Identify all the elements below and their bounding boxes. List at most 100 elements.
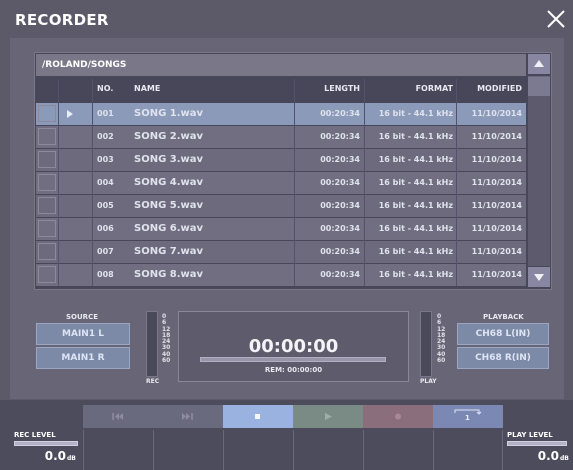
row-checkbox[interactable] (38, 174, 56, 191)
record-icon (395, 413, 401, 420)
meter-scale-tick: 60 (162, 357, 171, 365)
file-number: 001 (97, 109, 114, 118)
row-checkbox[interactable] (38, 220, 56, 237)
row-checkbox[interactable] (38, 266, 56, 283)
source-button-main1-r[interactable]: MAIN1 R (36, 347, 130, 369)
repeat-one-label: 1 (465, 414, 470, 422)
file-number: 005 (97, 201, 114, 210)
column-header-length[interactable]: LENGTH (300, 79, 360, 99)
play-meter-scale: 0 6 12 18 24 30 40 60 (437, 313, 445, 364)
row-checkbox[interactable] (38, 128, 56, 145)
scroll-track[interactable] (528, 96, 550, 266)
file-modified: 11/10/2014 (471, 224, 522, 233)
column-divider (294, 79, 295, 286)
file-format: 16 bit - 44.1 kHz (378, 201, 453, 210)
file-row[interactable]: 007 SONG 7.wav 00:20:34 16 bit - 44.1 kHz 11… (36, 241, 526, 263)
row-checkbox[interactable] (38, 151, 56, 168)
file-name: SONG 1.wav (134, 108, 204, 119)
play-level-slider[interactable] (507, 441, 567, 446)
file-modified: 11/10/2014 (471, 109, 522, 118)
rewind-button[interactable] (83, 405, 153, 428)
source-label: SOURCE (66, 313, 98, 321)
elapsed-time: 00:00:00 (248, 336, 339, 357)
folder-path: /ROLAND/SONGS (36, 54, 526, 76)
file-row[interactable]: 006 SONG 6.wav 00:20:34 16 bit - 44.1 kHz 11… (36, 218, 526, 240)
file-row[interactable]: 003 SONG 3.wav 00:20:34 16 bit - 44.1 kHz 11… (36, 149, 526, 171)
scroll-up-button[interactable] (528, 54, 550, 74)
repeat-one-button[interactable]: 1 (433, 405, 503, 428)
row-checkbox[interactable] (38, 197, 56, 214)
record-button[interactable] (363, 405, 433, 428)
column-divider (364, 79, 365, 286)
file-modified: 11/10/2014 (471, 132, 522, 141)
column-divider (58, 79, 59, 286)
file-modified: 11/10/2014 (471, 155, 522, 164)
play-button[interactable] (293, 405, 363, 428)
fader-strip-3 (223, 430, 293, 470)
column-header-name[interactable]: NAME (134, 79, 160, 99)
fader-strip-1 (83, 430, 153, 470)
file-row[interactable]: 004 SONG 4.wav 00:20:34 16 bit - 44.1 kHz 11… (36, 172, 526, 194)
playback-button-ch68-r[interactable]: CH68 R(IN) (457, 347, 549, 369)
fader-strip-4 (293, 430, 363, 470)
row-checkbox[interactable] (38, 105, 56, 122)
scroll-down-button[interactable] (528, 267, 550, 287)
file-number: 006 (97, 224, 114, 233)
scroll-thumb[interactable] (528, 76, 550, 97)
fader-strip-6 (433, 430, 503, 470)
column-divider (92, 79, 93, 286)
file-length: 00:20:34 (320, 224, 360, 233)
arrow-up-icon (534, 60, 544, 67)
file-number: 004 (97, 178, 114, 187)
play-level-label: PLAY LEVEL (507, 431, 553, 439)
file-modified: 11/10/2014 (471, 201, 522, 210)
file-row[interactable]: 005 SONG 5.wav 00:20:34 16 bit - 44.1 kHz 11… (36, 195, 526, 217)
rec-level-label: REC LEVEL (14, 431, 56, 439)
position-bar[interactable] (200, 357, 386, 362)
fast-forward-button[interactable] (153, 405, 223, 428)
play-level-unit: dB (560, 455, 569, 462)
file-format: 16 bit - 44.1 kHz (378, 270, 453, 279)
file-modified: 11/10/2014 (471, 270, 522, 279)
rec-level-slider[interactable] (14, 441, 78, 446)
file-row[interactable]: 008 SONG 8.wav 00:20:34 16 bit - 44.1 kHz 11… (36, 264, 526, 286)
playback-button-ch68-l[interactable]: CH68 L(IN) (457, 323, 549, 345)
file-length: 00:20:34 (320, 247, 360, 256)
stop-icon (255, 414, 260, 419)
fader-strip-5 (363, 430, 433, 470)
file-format: 16 bit - 44.1 kHz (378, 132, 453, 141)
file-row[interactable]: 002 SONG 2.wav 00:20:34 16 bit - 44.1 kHz 11… (36, 126, 526, 148)
file-modified: 11/10/2014 (471, 178, 522, 187)
file-length: 00:20:34 (320, 109, 360, 118)
play-meter-label: PLAY (420, 378, 437, 385)
play-level-value: 0.0 (537, 449, 559, 463)
playback-label: PLAYBACK (483, 313, 524, 321)
file-format: 16 bit - 44.1 kHz (378, 224, 453, 233)
file-name: SONG 2.wav (134, 131, 204, 142)
file-number: 003 (97, 155, 114, 164)
file-format: 16 bit - 44.1 kHz (378, 247, 453, 256)
file-row[interactable]: 001 SONG 1.wav 00:20:34 16 bit - 44.1 kHz 11… (36, 103, 526, 125)
column-header-modified[interactable]: MODIFIED (458, 79, 522, 99)
file-name: SONG 5.wav (134, 200, 204, 211)
column-header-no[interactable]: NO. (97, 79, 113, 99)
rec-meter-scale: 0 6 12 18 24 30 40 60 (162, 313, 171, 365)
file-format: 16 bit - 44.1 kHz (378, 178, 453, 187)
arrow-down-icon (534, 274, 544, 281)
file-format: 16 bit - 44.1 kHz (378, 155, 453, 164)
rec-level-unit: dB (67, 455, 76, 462)
source-button-main1-l[interactable]: MAIN1 L (36, 323, 130, 345)
rec-meter-label: REC (146, 378, 160, 385)
stop-button[interactable] (223, 405, 293, 428)
file-length: 00:20:34 (320, 178, 360, 187)
fast-forward-icon (182, 413, 193, 420)
rec-level-meter (146, 311, 158, 377)
play-icon (325, 413, 332, 420)
file-format: 16 bit - 44.1 kHz (378, 109, 453, 118)
close-icon[interactable] (545, 8, 567, 30)
playing-indicator-icon (66, 103, 74, 125)
column-header-format[interactable]: FORMAT (370, 79, 453, 99)
file-modified: 11/10/2014 (471, 247, 522, 256)
row-checkbox[interactable] (38, 243, 56, 260)
rewind-icon (112, 413, 123, 420)
